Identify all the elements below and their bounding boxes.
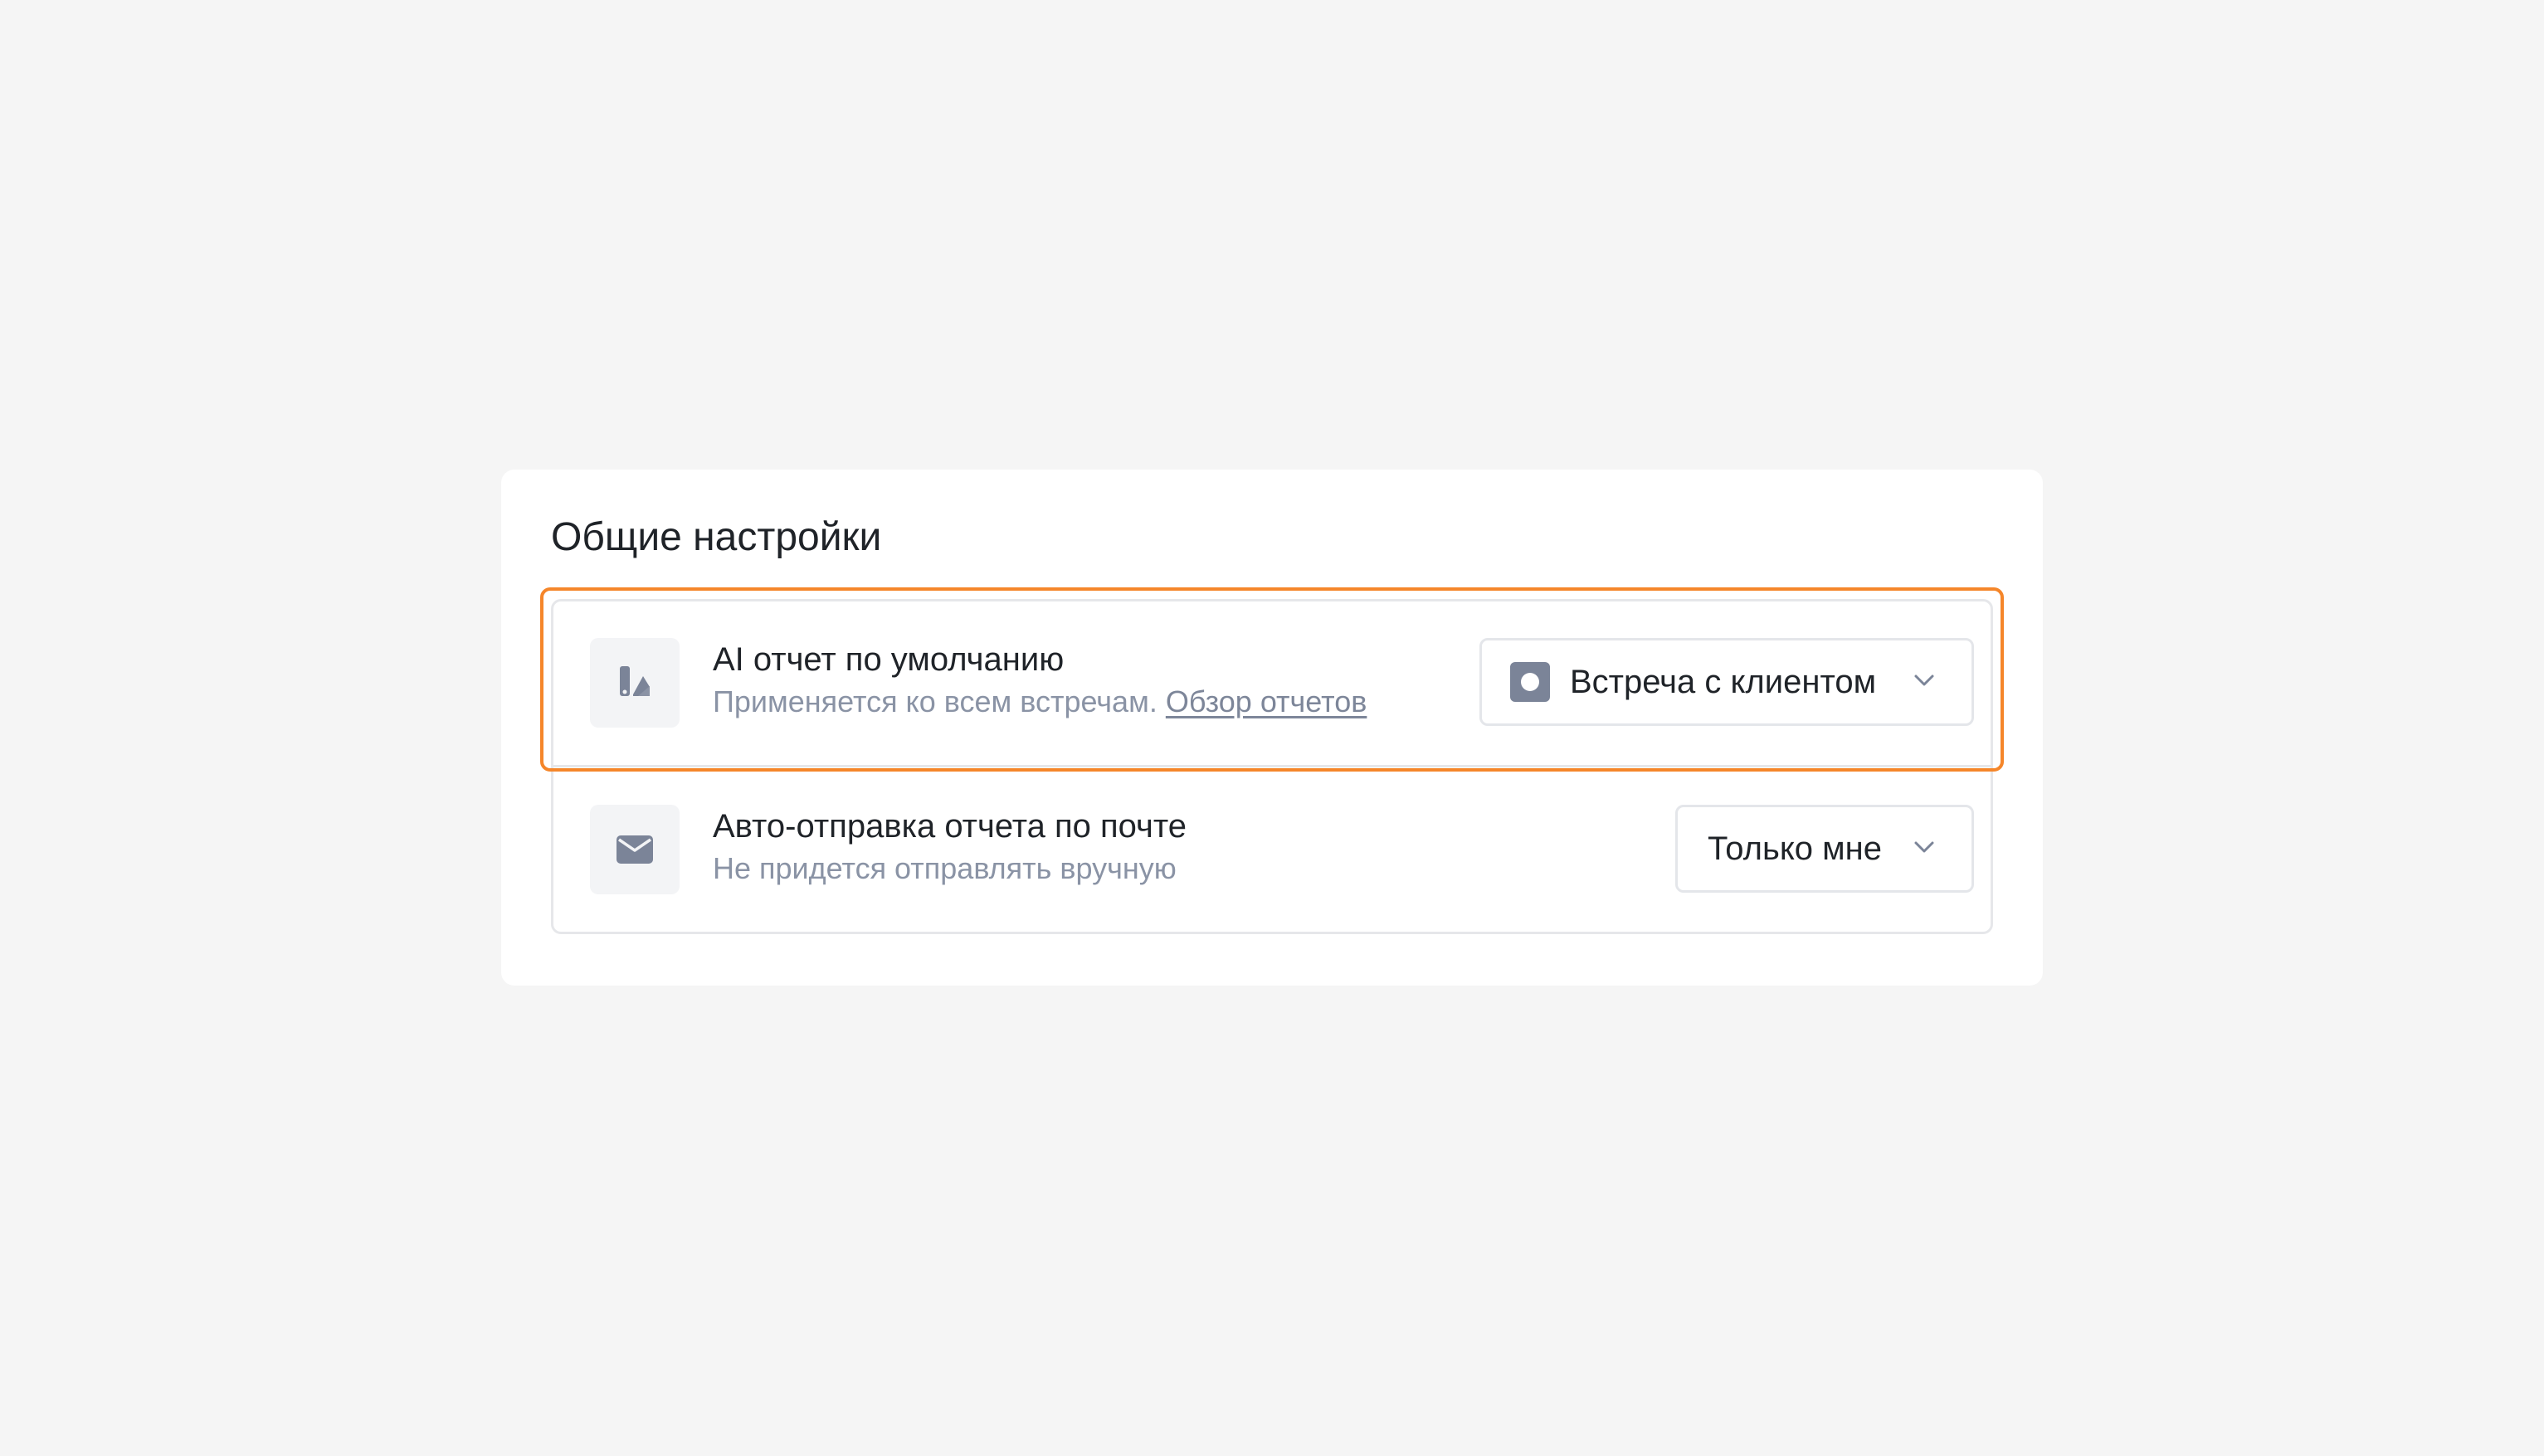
setting-row-default-ai-report: AI отчет по умолчанию Применяется ко все… xyxy=(553,601,1991,767)
mail-icon xyxy=(590,805,680,894)
setting-description: Применяется ко всем встречам. Обзор отче… xyxy=(713,685,1367,718)
meeting-template-icon xyxy=(1510,662,1550,702)
section-title: Общие настройки xyxy=(551,515,882,559)
report-icon xyxy=(590,638,680,728)
setting-subtitle: Не придется отправлять вручную xyxy=(713,851,1177,885)
general-settings-panel: Общие настройки AI отчет по умолчанию Пр… xyxy=(501,470,2043,986)
reports-overview-link[interactable]: Обзор отчетов xyxy=(1166,684,1367,718)
default-report-select[interactable]: Встреча с клиентом xyxy=(1479,638,1974,726)
setting-title: Авто-отправка отчета по почте xyxy=(713,808,1187,845)
settings-list: AI отчет по умолчанию Применяется ко все… xyxy=(551,599,1993,934)
select-value: Встреча с клиентом xyxy=(1570,663,1877,700)
email-recipients-select[interactable]: Только мне xyxy=(1675,805,1974,893)
chevron-down-icon xyxy=(1914,841,1934,853)
setting-subtitle: Применяется ко всем встречам. xyxy=(713,684,1157,718)
select-value: Только мне xyxy=(1708,830,1882,867)
setting-row-auto-email: Авто-отправка отчета по почте Не придетс… xyxy=(553,768,1991,934)
setting-title: AI отчет по умолчанию xyxy=(713,641,1065,678)
chevron-down-icon xyxy=(1914,674,1934,686)
